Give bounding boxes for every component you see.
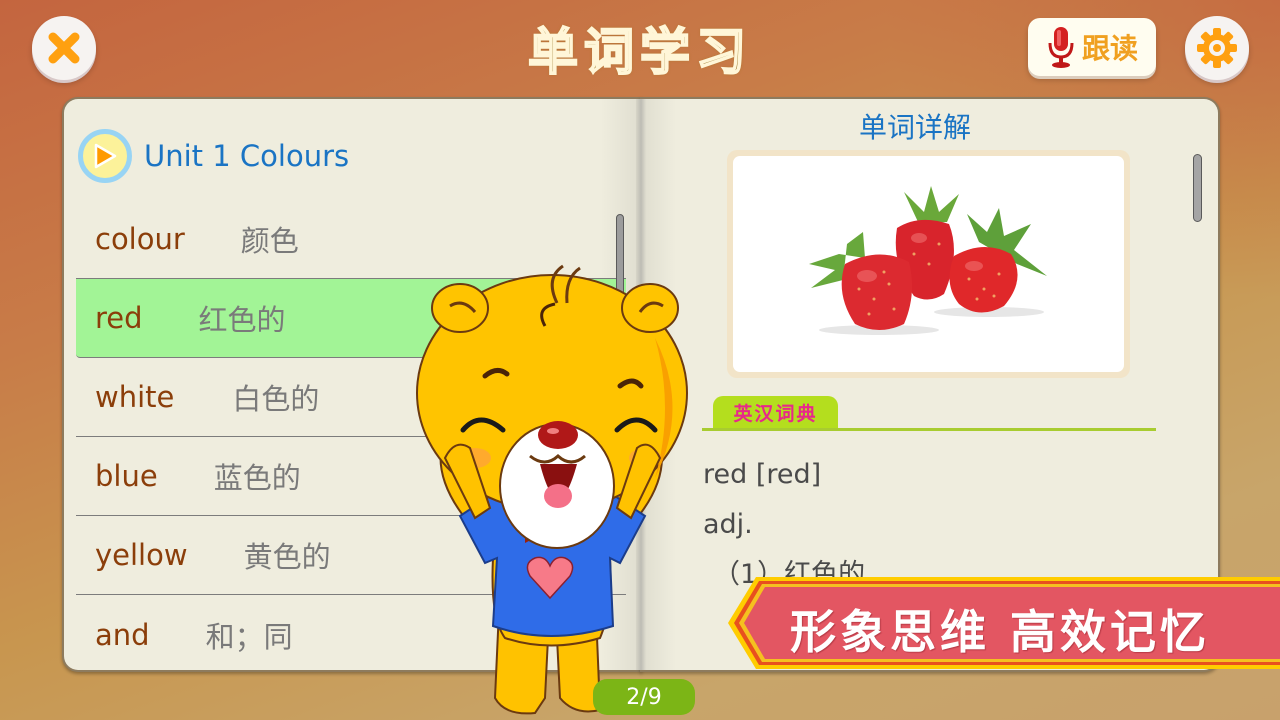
promo-banner-text: 形象思维 高效记忆 — [790, 605, 1211, 659]
word-english: and — [95, 617, 150, 652]
gear-icon — [1197, 28, 1237, 68]
dictionary-tab[interactable]: 英汉词典 — [713, 396, 838, 429]
dictionary-divider — [702, 428, 1156, 431]
word-english: colour — [95, 222, 185, 256]
page-indicator: 2/9 — [593, 679, 695, 715]
word-english: blue — [95, 459, 158, 493]
play-button[interactable] — [78, 129, 132, 183]
word-chinese: 颜色 — [240, 224, 299, 258]
word-chinese: 和；同 — [205, 619, 293, 654]
microphone-icon — [1048, 27, 1074, 68]
word-chinese: 白色的 — [232, 382, 320, 416]
part-of-speech: adj. — [703, 509, 753, 540]
unit-header: Unit 1 Colours — [78, 128, 349, 184]
word-english: red — [95, 301, 143, 335]
word-english: white — [95, 380, 175, 414]
mascot-bear — [416, 264, 688, 715]
detail-scrollbar[interactable] — [1193, 154, 1202, 222]
word-english: yellow — [95, 538, 188, 572]
play-icon — [94, 143, 117, 169]
read-along-button[interactable]: 跟读 — [1028, 18, 1156, 76]
word-image-frame — [727, 150, 1130, 378]
read-along-label: 跟读 — [1081, 32, 1138, 65]
unit-title: Unit 1 Colours — [144, 139, 350, 173]
settings-button[interactable] — [1185, 16, 1249, 80]
strawberries-image — [808, 186, 1047, 335]
detail-title: 单词详解 — [858, 111, 971, 144]
word-chinese: 黄色的 — [243, 540, 331, 574]
entry-word: red [red] — [703, 459, 822, 490]
word-chinese: 蓝色的 — [213, 461, 301, 495]
word-chinese: 红色的 — [198, 303, 286, 337]
